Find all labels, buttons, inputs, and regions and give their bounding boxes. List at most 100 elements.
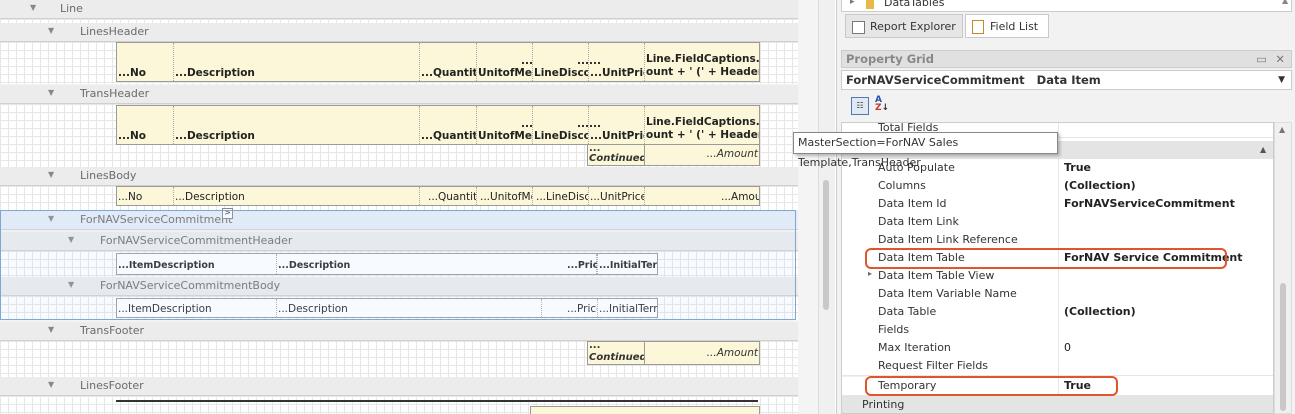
column-separator — [1058, 213, 1059, 231]
band-label: Line — [60, 2, 83, 15]
property-value[interactable]: True — [1064, 161, 1091, 174]
band-line[interactable]: ▼ Line — [0, 0, 798, 19]
designer-scrollbar-thumb[interactable] — [823, 180, 829, 310]
report-designer-surface[interactable]: ▼ Line ▼ LinesHeader ...No ...Descriptio… — [0, 0, 818, 414]
property-row[interactable]: Data Table (Collection) — [842, 303, 1273, 322]
cell-description[interactable]: ...Description — [174, 106, 420, 144]
property-grid-scrollbar[interactable]: ▲ — [1274, 122, 1292, 414]
cell-text: ...No — [118, 130, 146, 142]
cell-no[interactable]: ...No — [117, 43, 174, 81]
lines-header-table[interactable]: ...No ...Description ...Quantity ...Unit… — [116, 42, 760, 82]
collapse-icon[interactable]: ▼ — [48, 380, 54, 389]
cell-unit-of-measure[interactable]: ...UnitofMe — [477, 187, 533, 205]
expand-icon[interactable]: ▸ — [868, 269, 872, 278]
report-explorer-icon — [852, 21, 865, 34]
tab-label: Report Explorer — [870, 20, 956, 33]
collapse-icon[interactable]: ▼ — [48, 325, 54, 334]
collapse-icon[interactable]: ▼ — [30, 3, 36, 12]
cell-unit-of-measure[interactable]: ... UnitofMea — [477, 106, 533, 144]
property-row[interactable]: Data Item Variable Name — [842, 285, 1273, 304]
scroll-up-icon[interactable]: ▲ — [1279, 125, 1285, 134]
cell-text: ...Amount — [706, 347, 758, 359]
tree-item-label[interactable]: DataTables — [884, 0, 944, 9]
field-list-icon — [972, 20, 984, 34]
report-explorer-tree[interactable]: ▸ DataTables ▲ — [841, 0, 1292, 12]
cell-line-discount[interactable]: ...LineDisco — [533, 187, 589, 205]
cell-text: ... — [589, 55, 601, 67]
collapse-icon[interactable]: ▼ — [48, 88, 54, 97]
lines-footer-table[interactable] — [530, 406, 760, 414]
cell-description[interactable]: ...Description — [174, 187, 420, 205]
column-separator — [1058, 357, 1059, 375]
property-value[interactable]: 0 — [1064, 341, 1071, 354]
amount-total-cell[interactable]: ...Amount — [644, 144, 760, 166]
cell-amount[interactable]: ...Amount — [645, 187, 759, 205]
cell-unit-of-measure[interactable]: ... UnitofMea — [477, 43, 533, 81]
band-label: TransFooter — [80, 324, 145, 337]
scroll-up-icon[interactable]: ▲ — [1282, 0, 1288, 5]
expand-icon[interactable]: ▸ — [850, 0, 855, 7]
cell-text: ...LineDisco — [536, 191, 588, 203]
cell-text: ... — [589, 118, 601, 130]
cell-quantity[interactable]: ...Quantity — [420, 187, 477, 205]
cell-text: ... — [577, 55, 589, 67]
close-icon[interactable]: ✕ — [1275, 51, 1285, 67]
property-row[interactable]: Columns (Collection) — [842, 177, 1273, 196]
property-value[interactable]: ForNAVServiceCommitment — [1064, 197, 1235, 210]
band-lines-body[interactable]: ▼ LinesBody — [0, 167, 798, 186]
cell-text: ...UnitPrice — [590, 191, 645, 203]
trans-header-table[interactable]: ...No ...Description ...Quantity ...Unit… — [116, 105, 760, 145]
cell-text: ... — [521, 55, 533, 67]
category-label: Printing — [862, 398, 905, 411]
cell-unit-price[interactable]: ...UnitPrice — [589, 187, 645, 205]
cell-amount[interactable]: Line.FieldCaptions.Amount + ' (' + Heade… — [645, 106, 759, 144]
band-lines-header[interactable]: ▼ LinesHeader — [0, 23, 798, 42]
pin-icon[interactable]: ▭ — [1256, 51, 1267, 67]
selected-band-outline — [0, 210, 796, 320]
amount-total-cell[interactable]: ...Amount — [644, 341, 760, 365]
continued-cell[interactable]: ... Continued — [587, 340, 647, 365]
property-row[interactable]: Data Item Id ForNAVServiceCommitment — [842, 195, 1273, 214]
cell-line-discount[interactable]: ...LineDiscou — [533, 43, 589, 81]
cell-text: ...UnitPrice — [590, 130, 644, 142]
cell-text: ...UnitPrice — [590, 67, 644, 79]
band-trans-footer[interactable]: ▼ TransFooter — [0, 322, 798, 341]
cell-text: Continued — [589, 153, 647, 164]
property-value[interactable]: (Collection) — [1064, 179, 1136, 192]
band-trans-header[interactable]: ▼ TransHeader — [0, 85, 798, 104]
cell-line-discount[interactable]: ...LineDiscou — [533, 106, 589, 144]
property-row[interactable]: Data Item Link — [842, 213, 1273, 232]
lines-body-table[interactable]: ...No ...Description ...Quantity ...Unit… — [116, 186, 760, 206]
cell-no[interactable]: ...No — [117, 187, 174, 205]
property-row[interactable]: Data Item Table View ▸ — [842, 267, 1273, 286]
continued-cell[interactable]: ... Continued — [587, 143, 647, 166]
cell-no[interactable]: ...No — [117, 106, 174, 144]
property-row[interactable]: Fields — [842, 321, 1273, 340]
band-label: LinesFooter — [80, 379, 144, 392]
property-row[interactable]: Max Iteration 0 — [842, 339, 1273, 358]
property-name: Fields — [878, 323, 910, 336]
cell-quantity[interactable]: ...Quantity — [420, 43, 477, 81]
column-separator — [1058, 231, 1059, 249]
collapse-icon[interactable]: ▼ — [48, 170, 54, 179]
property-value[interactable]: (Collection) — [1064, 305, 1136, 318]
property-row[interactable]: Request Filter Fields — [842, 357, 1273, 376]
scrollbar-thumb[interactable] — [1280, 283, 1286, 411]
chevron-down-icon[interactable]: ▼ — [1278, 71, 1285, 89]
cell-unit-price[interactable]: ......UnitPrice — [589, 43, 645, 81]
tab-field-list[interactable]: Field List — [965, 14, 1049, 38]
collapse-icon[interactable]: ▲ — [1260, 145, 1266, 154]
band-lines-footer[interactable]: ▼ LinesFooter — [0, 377, 798, 396]
categorized-icon[interactable]: ☷ — [851, 97, 869, 115]
cell-quantity[interactable]: ...Quantity — [420, 106, 477, 144]
sort-alphabetical-icon[interactable]: A Z↓ — [875, 96, 891, 113]
cell-description[interactable]: ...Description — [174, 43, 420, 81]
tab-report-explorer[interactable]: Report Explorer — [845, 14, 963, 38]
object-type: Data Item — [1036, 73, 1101, 87]
category-printing[interactable]: Printing — [842, 396, 1273, 413]
cell-amount[interactable]: Line.FieldCaptions.Amount + ' (' + Heade… — [645, 43, 759, 81]
property-name: Data Item Link Reference — [878, 233, 1018, 246]
object-selector[interactable]: ForNAVServiceCommitment Data Item ▼ — [841, 70, 1292, 90]
cell-unit-price[interactable]: ......UnitPrice — [589, 106, 645, 144]
collapse-icon[interactable]: ▼ — [48, 26, 54, 35]
